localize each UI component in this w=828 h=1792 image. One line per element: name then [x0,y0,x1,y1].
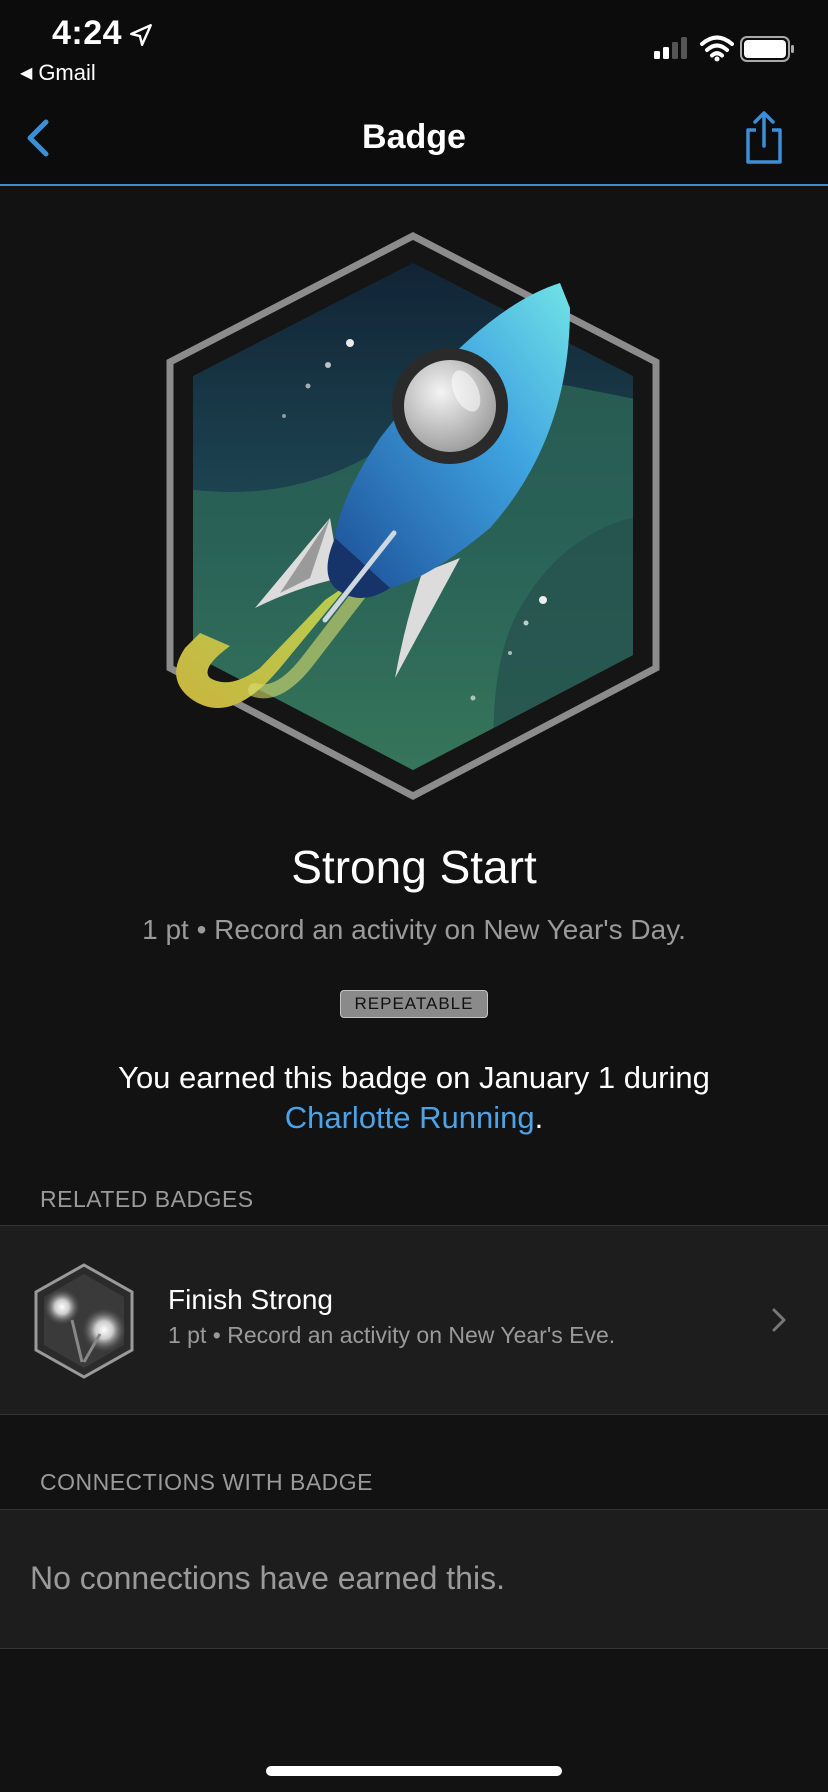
share-icon[interactable] [742,110,786,166]
back-app-label: Gmail [38,60,96,85]
home-indicator[interactable] [266,1766,562,1776]
rocket-badge-icon [166,232,660,800]
related-badge-description-text: Record an activity on New Year's Eve. [227,1322,616,1348]
earned-text: You earned this badge on January 1 durin… [40,1058,788,1138]
connections-header: CONNECTIONS WITH BADGE [40,1469,374,1495]
separator-dot: • [196,914,207,945]
cellular-signal-icon [654,37,687,59]
challenge-link[interactable]: Charlotte Running [285,1100,535,1135]
navigation-bar: Badge [0,96,828,186]
connections-row: No connections have earned this. [0,1509,828,1649]
related-badge-description: 1 pt • Record an activity on New Year's … [168,1322,615,1349]
chevron-right-icon [772,1308,786,1332]
related-badge-points: 1 pt [168,1322,207,1348]
no-connections-text: No connections have earned this. [30,1560,505,1596]
status-bar: 4:24 ◀ Gmail [0,0,828,96]
page-title: Badge [362,118,466,156]
badge-name: Strong Start [291,841,537,893]
back-to-app-link[interactable]: ◀ Gmail [20,60,96,86]
repeatable-tag: REPEATABLE [340,990,488,1018]
back-triangle-icon: ◀ [20,65,33,82]
earned-suffix: . [534,1100,544,1135]
earned-prefix: You earned this badge on January 1 durin… [118,1060,710,1095]
separator-dot: • [212,1322,221,1348]
badge-description: 1 pt • Record an activity on New Year's … [0,914,828,946]
badge-description-text: Record an activity on New Year's Day. [214,914,686,945]
status-time: 4:24 [52,14,123,52]
location-arrow-icon [130,24,152,46]
battery-icon [740,36,794,62]
wifi-icon [700,35,734,62]
badge-points: 1 pt [142,914,189,945]
fireworks-badge-icon [34,1263,134,1379]
related-badge-title: Finish Strong [168,1284,333,1315]
related-badge-row[interactable]: Finish Strong 1 pt • Record an activity … [0,1225,828,1415]
related-badges-header: RELATED BADGES [40,1186,254,1212]
